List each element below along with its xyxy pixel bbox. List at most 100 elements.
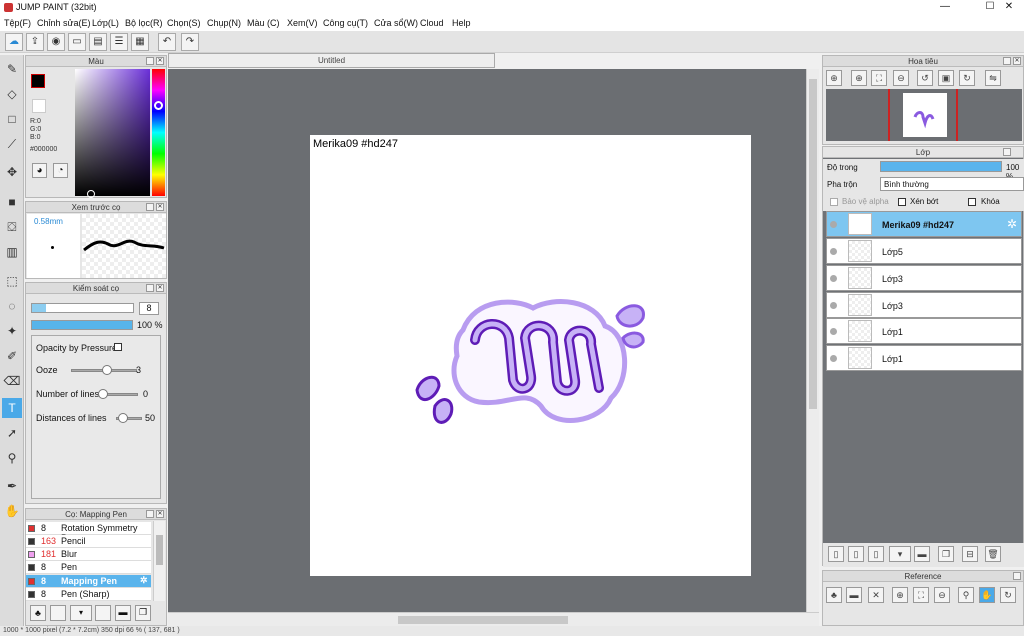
popout-icon[interactable] — [146, 510, 154, 518]
magic-wand-tool-icon[interactable]: ✦ — [2, 321, 22, 341]
navigator-preview[interactable] — [826, 89, 1022, 141]
visibility-eye-icon[interactable] — [830, 221, 837, 228]
fit-icon[interactable]: ⛶ — [871, 70, 887, 86]
close-icon[interactable]: ✕ — [1013, 57, 1021, 65]
transparent-color-swatch[interactable] — [32, 99, 46, 113]
flip-icon[interactable]: ⇋ — [985, 70, 1001, 86]
redo-icon[interactable]: ↷ — [181, 33, 199, 51]
eraser-tool-icon[interactable]: ◇ — [2, 84, 22, 104]
pointer-tool-icon[interactable]: ➚ — [2, 423, 22, 443]
document-tab[interactable]: Untitled — [168, 53, 495, 68]
reference-eyedropper-icon[interactable]: ⚲ — [958, 587, 974, 603]
reference-close-icon[interactable]: ✕ — [868, 587, 884, 603]
brush-size-slider[interactable] — [31, 303, 134, 313]
hand-tool-icon[interactable]: ✋ — [2, 501, 22, 521]
visibility-eye-icon[interactable] — [830, 275, 837, 282]
menu-color[interactable]: Màu (C) — [247, 18, 280, 28]
clip-checkbox[interactable] — [898, 198, 906, 206]
close-icon[interactable]: ✕ — [156, 510, 164, 518]
popout-icon[interactable] — [146, 57, 154, 65]
brush-doc-icon[interactable] — [95, 605, 111, 621]
select-eraser-tool-icon[interactable]: ⌫ — [2, 371, 22, 391]
ooze-slider-knob[interactable] — [102, 365, 112, 375]
layer-row[interactable]: Lớp1 — [826, 345, 1022, 371]
bucket-tool-icon[interactable]: ⛋ — [2, 217, 22, 237]
menu-filter[interactable]: Bộ lọc(R) — [125, 18, 163, 28]
visibility-eye-icon[interactable] — [830, 302, 837, 309]
zoom-out-icon[interactable]: ⊖ — [893, 70, 909, 86]
brush-settings-gear-icon[interactable]: ✲ — [140, 575, 148, 586]
menu-cloud[interactable]: Cloud — [420, 18, 444, 28]
brush-size-input[interactable]: 8 — [139, 302, 159, 315]
menu-file[interactable]: Tệp(F) — [4, 18, 31, 28]
message-icon[interactable]: ▭ — [68, 33, 86, 51]
select-pen-tool-icon[interactable]: ✐ — [2, 346, 22, 366]
new-brush-icon[interactable] — [50, 605, 66, 621]
undo-icon[interactable]: ↶ — [158, 33, 176, 51]
list-icon[interactable]: ☰ — [110, 33, 128, 51]
popout-icon[interactable] — [146, 284, 154, 292]
visibility-eye-icon[interactable] — [830, 248, 837, 255]
layer-row[interactable]: Lớp3 — [826, 265, 1022, 291]
rect-tool-icon[interactable]: □ — [2, 109, 22, 129]
text-tool-icon[interactable]: T — [2, 398, 22, 418]
menu-tools[interactable]: Công cụ(T) — [323, 18, 368, 28]
reference-cloud-icon[interactable]: ♣ — [826, 587, 842, 603]
layer-row[interactable]: Lớp5 — [826, 238, 1022, 264]
brush-copy-icon[interactable]: ❐ — [135, 605, 151, 621]
protect-alpha-checkbox[interactable] — [830, 198, 838, 206]
eyedropper-tool-icon[interactable]: ⚲ — [2, 448, 22, 468]
layer-settings-gear-icon[interactable]: ✲ — [1007, 217, 1017, 231]
brush-folder-icon[interactable]: ▬ — [115, 605, 131, 621]
reference-fit-icon[interactable]: ⛶ — [913, 587, 929, 603]
distance-slider-knob[interactable] — [118, 413, 128, 423]
brush-item-mapping-pen[interactable]: 8 Mapping Pen ✲ — [26, 575, 151, 588]
reference-zoom-out-icon[interactable]: ⊖ — [934, 587, 950, 603]
reference-open-icon[interactable]: ▬ — [846, 587, 862, 603]
horizontal-scroll-thumb[interactable] — [398, 616, 568, 624]
saturation-value-picker[interactable] — [75, 69, 150, 196]
lines-slider-knob[interactable] — [98, 389, 108, 399]
menu-help[interactable]: Help — [452, 18, 471, 28]
gradient-tool-icon[interactable]: ▥ — [2, 242, 22, 262]
drawing-canvas[interactable]: Merika09 #hd247 — [310, 135, 751, 576]
opacity-pressure-checkbox[interactable] — [114, 343, 122, 351]
hue-slider-knob[interactable] — [154, 101, 163, 110]
new-layer-icon[interactable]: ▯ — [848, 546, 864, 562]
foreground-color-swatch[interactable] — [31, 74, 45, 88]
menu-layer[interactable]: Lớp(L) — [92, 18, 119, 28]
zoom-in-icon[interactable]: ⊕ — [851, 70, 867, 86]
vertical-scroll-thumb[interactable] — [809, 79, 817, 409]
reference-rotate-icon[interactable]: ↻ — [1000, 587, 1016, 603]
menu-view[interactable]: Xem(V) — [287, 18, 318, 28]
popout-icon[interactable] — [146, 203, 154, 211]
pen-tool-icon[interactable]: ✒ — [2, 476, 22, 496]
brush-menu-icon[interactable]: ▾ — [70, 605, 92, 621]
menu-select[interactable]: Chọn(S) — [167, 18, 201, 28]
new-layer-icon[interactable]: ▯ — [868, 546, 884, 562]
brush-item-pencil[interactable]: 163 Pencil — [26, 535, 151, 548]
close-icon[interactable]: ✕ — [156, 203, 164, 211]
popout-icon[interactable] — [1013, 572, 1021, 580]
layer-row[interactable]: Lớp1 — [826, 318, 1022, 344]
reference-hand-icon[interactable]: ✋ — [979, 587, 995, 603]
lasso-tool-icon[interactable]: ◌ — [2, 296, 22, 316]
brush-list-scroll-thumb[interactable] — [156, 535, 163, 565]
brush-item-pen-sharp[interactable]: 8 Pen (Sharp) — [26, 588, 151, 601]
minimize-button[interactable]: — — [930, 0, 960, 15]
actual-size-icon[interactable]: ▣ — [938, 70, 954, 86]
move-tool-icon[interactable]: ✥ — [2, 162, 22, 182]
menu-capture[interactable]: Chụp(N) — [207, 18, 241, 28]
new-layer-icon[interactable]: ▯ — [828, 546, 844, 562]
copy-layer-icon[interactable]: ❐ — [938, 546, 954, 562]
brush-item-pen[interactable]: 8 Pen — [26, 561, 151, 574]
lock-checkbox[interactable] — [968, 198, 976, 206]
line-tool-icon[interactable]: ⟋ — [2, 134, 22, 154]
zoom-in-icon[interactable]: ⊕ — [826, 70, 842, 86]
sv-picker-cursor[interactable] — [87, 190, 95, 198]
brush-list-scrollbar[interactable] — [153, 521, 165, 601]
popout-icon[interactable] — [1003, 57, 1011, 65]
close-icon[interactable]: ✕ — [156, 284, 164, 292]
canvas-horizontal-scrollbar[interactable] — [168, 612, 819, 626]
layer-menu-icon[interactable]: ▾ — [889, 546, 911, 562]
